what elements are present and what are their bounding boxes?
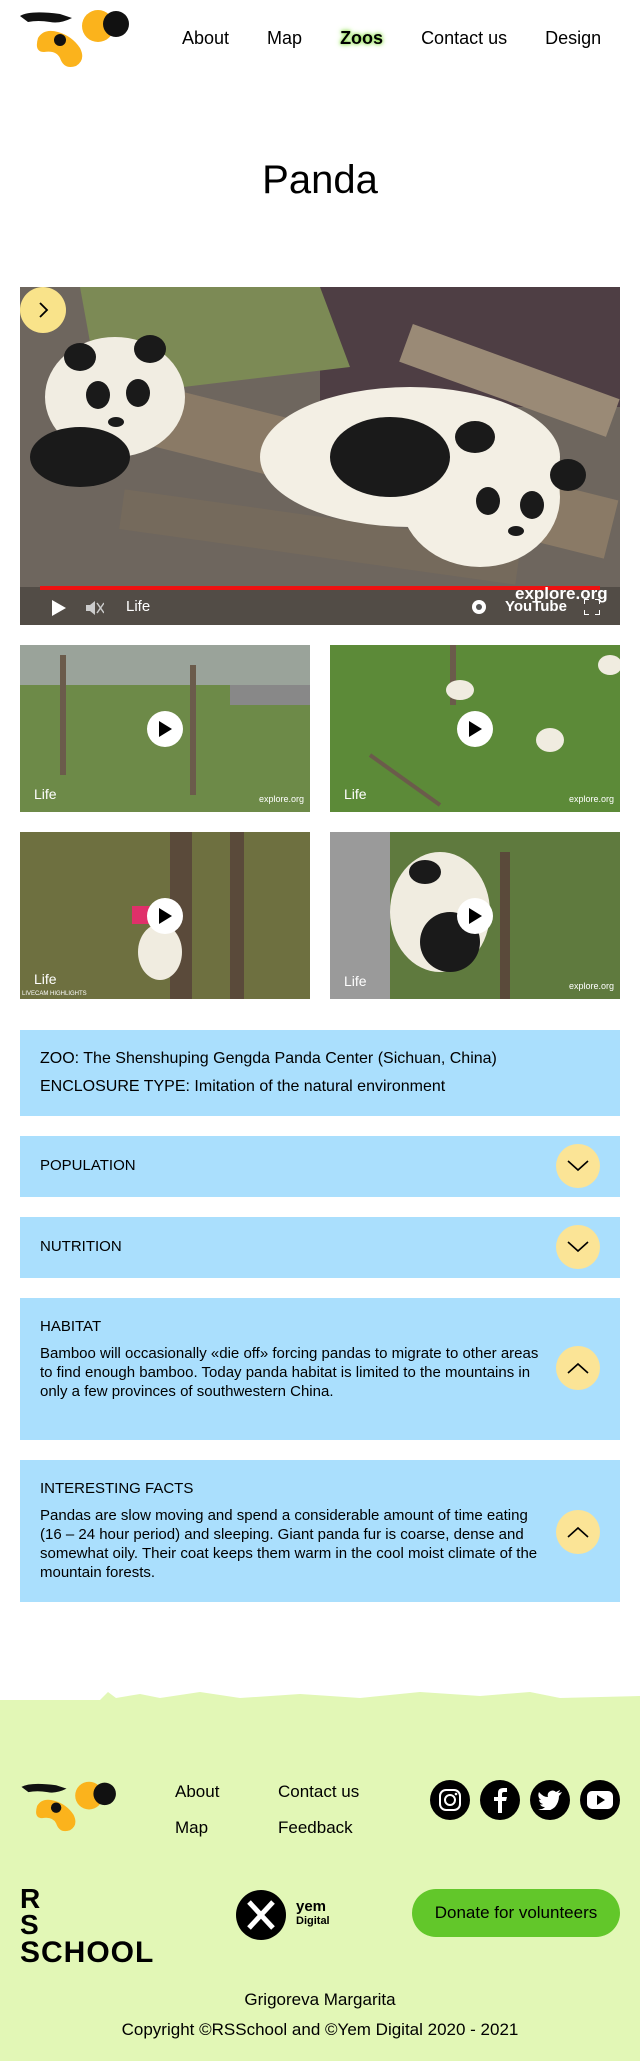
- accordion-title: NUTRITION: [40, 1238, 122, 1255]
- rsschool-line-1: R S: [20, 1883, 81, 1940]
- expand-button[interactable]: [556, 1144, 600, 1188]
- instagram-icon[interactable]: [430, 1780, 470, 1820]
- collapse-button[interactable]: [556, 1510, 600, 1554]
- footer-link-about[interactable]: About: [175, 1782, 219, 1802]
- accordion-nutrition[interactable]: NUTRITION: [20, 1217, 620, 1278]
- play-button[interactable]: [457, 898, 493, 934]
- page-title: Panda: [262, 158, 378, 202]
- rsschool-line-2: SCHOOL: [20, 1936, 155, 1969]
- accordion-habitat[interactable]: HABITAT Bamboo will occasionally «die of…: [20, 1298, 620, 1440]
- next-video-button[interactable]: [20, 287, 66, 333]
- play-icon[interactable]: [52, 600, 66, 616]
- video-thumbnail-1[interactable]: Life explore.org: [20, 645, 310, 812]
- author-name: Grigoreva Margarita: [244, 1990, 396, 2009]
- play-button[interactable]: [147, 898, 183, 934]
- accordion-population[interactable]: POPULATION: [20, 1136, 620, 1197]
- fullscreen-icon[interactable]: [584, 599, 600, 615]
- yem-line-2: Digital: [296, 1915, 330, 1927]
- thumbnail-live-label: Life: [344, 786, 367, 802]
- accordion-text: Pandas are slow moving and spend a consi…: [40, 1507, 538, 1581]
- collapse-button[interactable]: [556, 1346, 600, 1390]
- thumbnail-live-label: Life: [34, 786, 57, 802]
- footer-link-map[interactable]: Map: [175, 1818, 208, 1838]
- play-icon: [159, 908, 172, 924]
- footer-link-feedback[interactable]: Feedback: [278, 1818, 353, 1838]
- expand-button[interactable]: [556, 1225, 600, 1269]
- chevron-right-icon: [39, 302, 49, 318]
- twitter-icon[interactable]: [530, 1780, 570, 1820]
- thumbnail-watermark: explore.org: [568, 981, 614, 991]
- mute-icon[interactable]: [86, 600, 104, 616]
- yem-digital-logo[interactable]: yem Digital: [236, 1890, 336, 1942]
- video-thumbnail-3[interactable]: Life LIVECAM HIGHLIGHTS: [20, 832, 310, 999]
- facebook-icon[interactable]: [480, 1780, 520, 1820]
- nav-zoos[interactable]: Zoos: [340, 28, 383, 49]
- play-icon: [469, 721, 482, 737]
- rsschool-logo[interactable]: R S SCHOOL: [20, 1883, 165, 1968]
- video-thumbnail-2[interactable]: Life explore.org: [330, 645, 620, 812]
- thumbnail-live-label: Life: [344, 973, 367, 989]
- accordion-interesting-facts[interactable]: INTERESTING FACTS Pandas are slow moving…: [20, 1460, 620, 1602]
- play-button[interactable]: [147, 711, 183, 747]
- video-controls: Life YouTube explore.org: [20, 584, 620, 620]
- footer-logo[interactable]: [20, 1780, 120, 1832]
- nav-contact[interactable]: Contact us: [421, 28, 507, 49]
- copyright: Copyright ©RSSchool and ©Yem Digital 202…: [121, 2020, 519, 2039]
- accordion-title: HABITAT: [40, 1318, 102, 1335]
- thumbnail-watermark: LIVECAM HIGHLIGHTS: [22, 991, 87, 997]
- zoo-name: ZOO: The Shenshuping Gengda Panda Center…: [40, 1050, 497, 1067]
- main-nav: About Map Zoos Contact us Design: [182, 28, 601, 49]
- play-icon: [159, 721, 172, 737]
- chevron-down-icon: [567, 1160, 589, 1172]
- play-icon: [469, 908, 482, 924]
- play-button[interactable]: [457, 711, 493, 747]
- nav-about[interactable]: About: [182, 28, 229, 49]
- thumbnail-live-label: Life: [34, 971, 57, 987]
- accordion-title: INTERESTING FACTS: [40, 1480, 194, 1497]
- enclosure-type: ENCLOSURE TYPE: Imitation of the natural…: [40, 1078, 446, 1095]
- yem-emblem-icon: [236, 1890, 286, 1940]
- site-logo[interactable]: [20, 8, 132, 68]
- donate-button[interactable]: Donate for volunteers: [412, 1889, 620, 1937]
- youtube-icon[interactable]: [580, 1780, 620, 1820]
- thumbnail-watermark: explore.org: [258, 794, 304, 804]
- accordion-text: Bamboo will occasionally «die off» forci…: [40, 1345, 539, 1400]
- main-video-image: [20, 287, 620, 625]
- accordion-title: POPULATION: [40, 1157, 136, 1174]
- nav-map[interactable]: Map: [267, 28, 302, 49]
- main-video[interactable]: [20, 287, 620, 625]
- yem-line-1: yem: [296, 1898, 327, 1915]
- video-thumbnail-4[interactable]: Life explore.org: [330, 832, 620, 999]
- chevron-up-icon: [567, 1362, 589, 1374]
- chevron-down-icon: [567, 1241, 589, 1253]
- video-live-label: Life: [126, 598, 151, 615]
- nav-design[interactable]: Design: [545, 28, 601, 49]
- settings-icon[interactable]: [470, 598, 488, 616]
- zoo-info-box: ZOO: The Shenshuping Gengda Panda Center…: [20, 1030, 620, 1116]
- footer-link-contact[interactable]: Contact us: [278, 1782, 359, 1802]
- header: About Map Zoos Contact us Design: [0, 0, 640, 80]
- chevron-up-icon: [567, 1526, 589, 1538]
- thumbnail-watermark: explore.org: [568, 794, 614, 804]
